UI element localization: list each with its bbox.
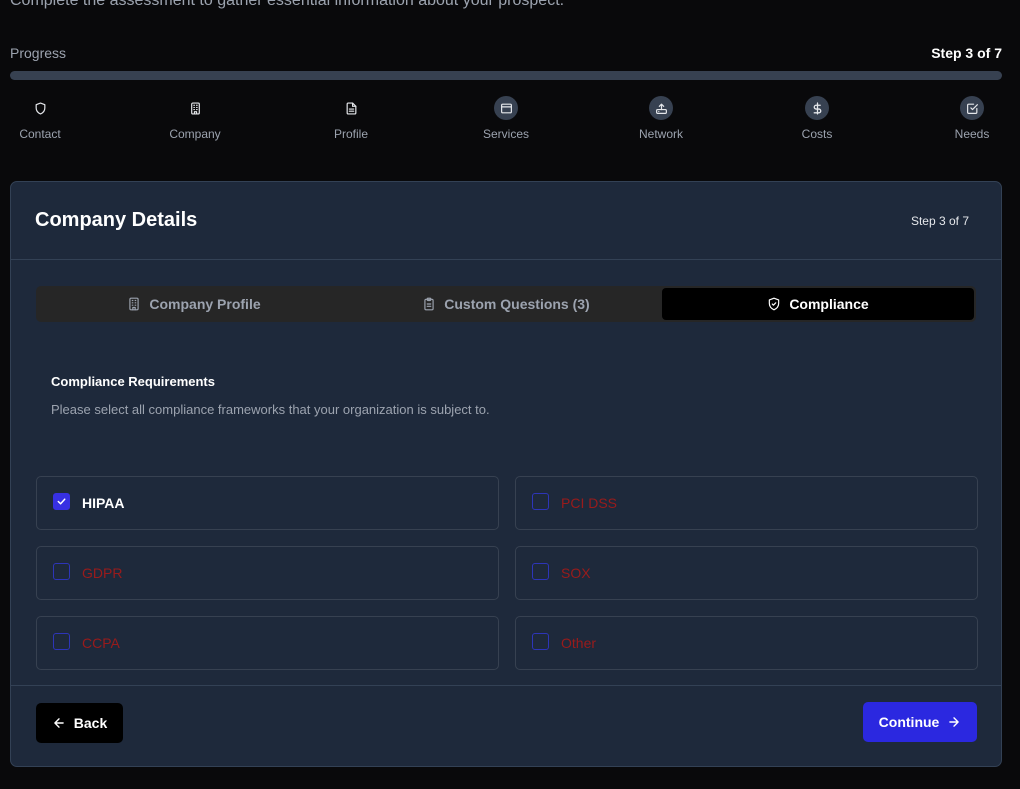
tab-company-profile[interactable]: Company Profile (38, 288, 350, 320)
arrow-left-icon (52, 716, 66, 730)
step-label: Profile (333, 127, 368, 141)
option-label: Other (561, 635, 597, 651)
back-button[interactable]: Back (36, 703, 123, 743)
step-label: Costs (801, 127, 833, 141)
step-contact[interactable]: Contact (0, 96, 80, 141)
shield-check-icon (767, 297, 789, 311)
file-text-icon (339, 96, 363, 120)
card-header: Company Details Step 3 of 7 (11, 182, 1001, 260)
option-label: SOX (561, 565, 591, 581)
option-sox[interactable]: SOX (515, 546, 978, 600)
section-title: Compliance Requirements (51, 374, 215, 389)
step-network[interactable]: Network (621, 96, 701, 141)
tab-label: Custom Questions (3) (444, 296, 590, 312)
step-label: Contact (19, 127, 61, 141)
assessment-page: Complete the assessment to gather essent… (0, 0, 1020, 789)
continue-button-label: Continue (878, 714, 940, 730)
option-pci-dss[interactable]: PCI DSS (515, 476, 978, 530)
option-hipaa[interactable]: HIPAA (36, 476, 499, 530)
step-label: Company (169, 127, 221, 141)
building-icon (183, 96, 207, 120)
progress-label: Progress (10, 45, 67, 61)
option-label: CCPA (82, 635, 120, 651)
checkbox[interactable] (532, 562, 549, 580)
checkbox[interactable] (53, 562, 70, 580)
checkbox[interactable] (532, 632, 549, 650)
card-footer: Back Continue (11, 685, 1001, 767)
step-label: Services (482, 127, 529, 141)
browser-window-icon (494, 96, 518, 120)
dollar-icon (805, 96, 829, 120)
check-square-icon (960, 96, 984, 120)
tab-compliance[interactable]: Compliance (662, 288, 974, 320)
step-needs[interactable]: Needs (932, 96, 1012, 141)
tab-list: Company Profile Custom Questions (3) Com… (36, 286, 976, 322)
shield-icon (28, 96, 52, 120)
option-label: HIPAA (82, 495, 125, 511)
company-details-card: Company Details Step 3 of 7 Company Prof… (10, 181, 1002, 767)
card-step-text: Step 3 of 7 (910, 213, 969, 228)
step-services[interactable]: Services (466, 96, 546, 141)
option-label: PCI DSS (561, 495, 618, 511)
step-label: Network (638, 127, 683, 141)
option-label: GDPR (82, 565, 123, 581)
tab-label: Compliance (789, 296, 869, 312)
building-icon (127, 297, 149, 311)
checkbox[interactable] (53, 492, 70, 510)
progress-bar (10, 71, 1002, 80)
clipboard-icon (422, 297, 444, 311)
option-ccpa[interactable]: CCPA (36, 616, 499, 670)
router-icon (649, 96, 673, 120)
checkbox[interactable] (53, 632, 70, 650)
step-label: Needs (954, 127, 990, 141)
back-button-label: Back (73, 715, 108, 731)
tab-custom-questions[interactable]: Custom Questions (3) (350, 288, 662, 320)
option-gdpr[interactable]: GDPR (36, 546, 499, 600)
step-costs[interactable]: Costs (777, 96, 857, 141)
progress-header: Progress Step 3 of 7 (10, 45, 1002, 61)
option-other[interactable]: Other (515, 616, 978, 670)
compliance-options: HIPAA PCI DSS GDPR SOX CCPA Other (36, 476, 978, 670)
card-title: Company Details (35, 209, 198, 231)
check-icon (57, 497, 66, 505)
continue-button[interactable]: Continue (863, 702, 977, 742)
step-company[interactable]: Company (155, 96, 235, 141)
section-description: Please select all compliance frameworks … (51, 402, 490, 417)
step-indicator: Contact Company Profile Services Network (10, 96, 1002, 146)
tab-label: Company Profile (149, 296, 261, 312)
progress-step-text: Step 3 of 7 (931, 45, 1002, 61)
checkbox[interactable] (532, 492, 549, 510)
step-profile[interactable]: Profile (311, 96, 391, 141)
arrow-right-icon (947, 715, 961, 729)
page-subtitle: Complete the assessment to gather essent… (10, 0, 565, 9)
